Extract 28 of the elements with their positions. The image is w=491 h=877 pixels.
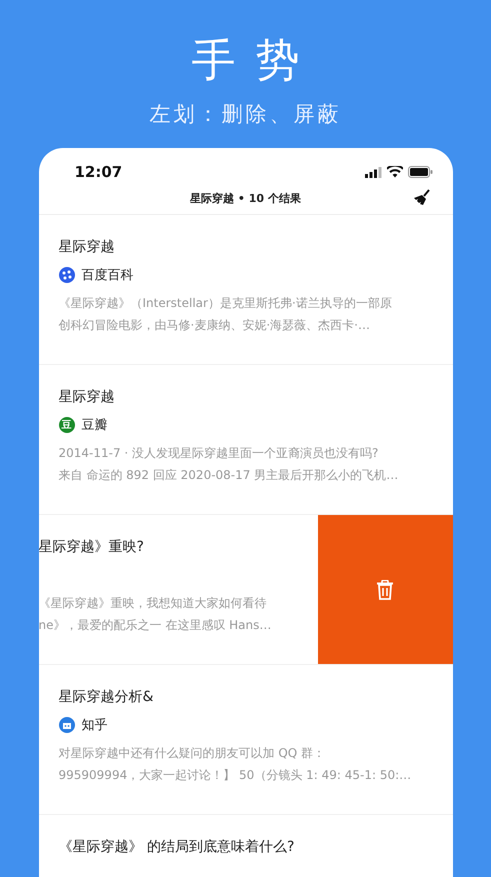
result-title[interactable]: 《星际穿越》 的结局到底意味着什么? (58, 837, 432, 857)
broom-icon[interactable] (412, 189, 430, 207)
wifi-icon (386, 166, 402, 178)
source-name: 知乎 (82, 717, 108, 734)
subheading: 左划：删除、屏蔽 (150, 101, 342, 128)
result-row[interactable]: 星际穿越》重映? 《星际穿越》重映，我想知道大家如何看待 ne》，最爱的配乐之一 在这里感叹 Hans… (38, 515, 452, 665)
paw-logo-icon (58, 267, 74, 283)
source-name: 豆瓣 (82, 417, 108, 434)
result-title[interactable]: 星际穿越 (58, 387, 432, 407)
result-row[interactable]: 星际穿越 百度百科 《星际穿越》（Interstellar）是克里斯托弗·诺兰执导的一部原 创科幻冒险电影，由马修·麦康纳、安妮·海瑟薇、杰西卡·… (38, 215, 452, 365)
douban-logo-icon: 豆 (58, 417, 74, 433)
result-title[interactable]: 星际穿越》重映? (38, 537, 298, 557)
result-title[interactable]: 星际穿越分析& (58, 687, 432, 707)
result-snippet: 2014-11-7 · 没人发现星际穿越里面一个亚裔演员也没有吗? 来自 命运的 892 回应 2020-08-17 男主最后开那么小的飞机… (58, 445, 400, 484)
trash-icon (376, 580, 394, 600)
mascot-logo-icon (58, 717, 74, 733)
result-title[interactable]: 星际穿越 (58, 237, 432, 257)
battery-icon (408, 166, 432, 178)
results-title: 星际穿越 • 10 个结果 (190, 190, 301, 206)
result-row[interactable]: 《星际穿越》 的结局到底意味着什么? (38, 815, 452, 877)
heading: 手势 (192, 34, 320, 88)
status-time: 12:07 (74, 163, 122, 181)
result-snippet: 《星际穿越》（Interstellar）是克里斯托弗·诺兰执导的一部原 创科幻冒险电影，由马修·麦康纳、安妮·海瑟薇、杰西卡·… (58, 295, 393, 334)
result-row[interactable]: 星际穿越分析& 知乎 对星际穿越中还有什么疑问的朋友可以加 QQ 群： 995909994，大家一起讨论！】 50（分镜头 1: 49: 45-1: 50:… (38, 665, 452, 815)
result-snippet: 对星际穿越中还有什么疑问的朋友可以加 QQ 群： 995909994，大家一起讨论！】 50（分镜头 1: 49: 45-1: 50:… (58, 745, 412, 784)
signal-icon (364, 166, 382, 178)
result-snippet: 《星际穿越》重映，我想知道大家如何看待 ne》，最爱的配乐之一 在这里感叹 Hans… (38, 595, 272, 634)
source-name: 百度百科 (82, 267, 134, 284)
